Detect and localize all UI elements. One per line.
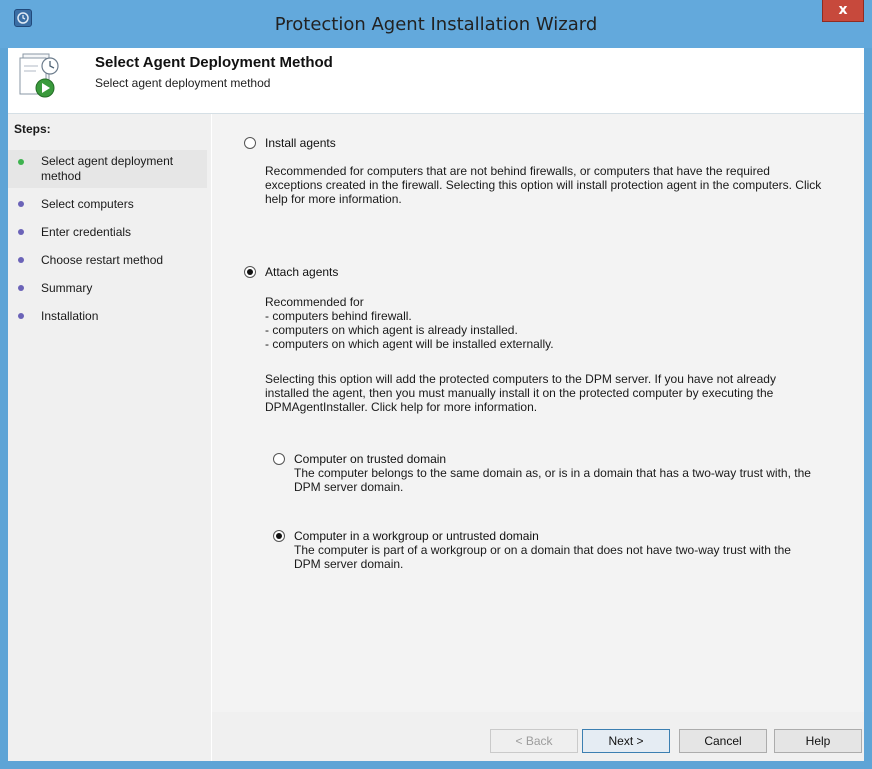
step-enter-credentials: Enter credentials (8, 225, 207, 243)
step-bullet-icon (18, 285, 24, 291)
page-title: Select Agent Deployment Method (95, 54, 333, 71)
page-subtitle: Select agent deployment method (95, 76, 271, 90)
step-label: Choose restart method (41, 253, 164, 267)
workgroup-untrusted-description: The computer is part of a workgroup or o… (294, 543, 791, 571)
workgroup-untrusted-radio[interactable] (273, 530, 285, 542)
next-button[interactable]: Next > (582, 729, 670, 753)
wizard-header: Select Agent Deployment Method Select ag… (8, 48, 864, 114)
step-bullet-icon (18, 257, 24, 263)
install-agents-label[interactable]: Install agents (265, 136, 336, 150)
workgroup-untrusted-label[interactable]: Computer in a workgroup or untrusted dom… (294, 529, 539, 543)
step-label: Enter credentials (41, 225, 132, 239)
step-select-deployment-method: Select agent deployment method (8, 150, 207, 188)
content-pane: Install agents Recommended for computers… (212, 114, 864, 712)
attach-agents-details: Selecting this option will add the prote… (265, 372, 776, 414)
step-choose-restart-method: Choose restart method (8, 253, 207, 271)
install-agents-radio[interactable] (244, 137, 256, 149)
step-bullet-icon (18, 313, 24, 319)
wizard-frame: Select Agent Deployment Method Select ag… (8, 48, 864, 761)
wizard-footer: < Back Next > Cancel Help (212, 712, 864, 761)
title-bar[interactable]: Protection Agent Installation Wizard x (0, 0, 872, 48)
step-label: Select agent deployment method (41, 154, 174, 183)
cancel-button[interactable]: Cancel (679, 729, 767, 753)
help-button[interactable]: Help (774, 729, 862, 753)
steps-sidebar: Steps: Select agent deployment method Se… (8, 114, 211, 761)
step-label: Summary (41, 281, 93, 295)
steps-heading: Steps: (14, 122, 51, 136)
step-bullet-icon (18, 201, 24, 207)
attach-agents-label[interactable]: Attach agents (265, 265, 338, 279)
step-label: Installation (41, 309, 99, 323)
trusted-domain-label[interactable]: Computer on trusted domain (294, 452, 446, 466)
step-installation: Installation (8, 309, 207, 327)
attach-agents-description: Recommended for - computers behind firew… (265, 295, 554, 351)
step-label: Select computers (41, 197, 134, 211)
back-button[interactable]: < Back (490, 729, 578, 753)
install-agents-description: Recommended for computers that are not b… (265, 164, 822, 206)
step-current-bullet-icon (18, 159, 24, 165)
trusted-domain-description: The computer belongs to the same domain … (294, 466, 811, 494)
attach-agents-radio[interactable] (244, 266, 256, 278)
window-title: Protection Agent Installation Wizard (274, 14, 598, 35)
step-bullet-icon (18, 229, 24, 235)
step-select-computers: Select computers (8, 197, 207, 215)
trusted-domain-radio[interactable] (273, 453, 285, 465)
step-summary: Summary (8, 281, 207, 299)
close-button[interactable]: x (822, 0, 864, 22)
deployment-wizard-icon (18, 52, 64, 105)
wizard-window: Protection Agent Installation Wizard x S… (0, 0, 872, 769)
